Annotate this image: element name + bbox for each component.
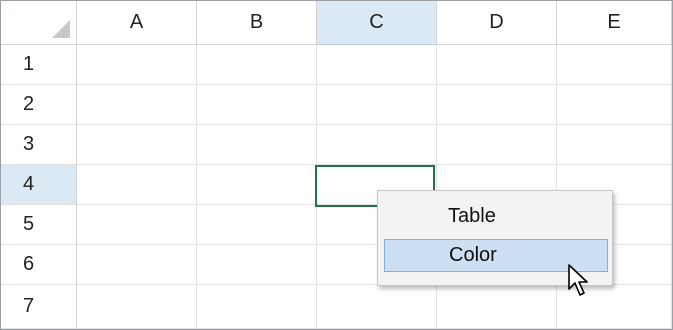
cell-b4[interactable] [197,165,317,205]
column-header-b[interactable]: B [197,1,317,45]
menu-item-table[interactable]: Table [384,200,608,233]
cell-c2[interactable] [317,85,437,125]
select-all-triangle-icon [52,20,70,38]
cell-e1[interactable] [557,45,672,85]
cell-d2[interactable] [437,85,557,125]
cell-c7[interactable] [317,285,437,329]
cell-b7[interactable] [197,285,317,329]
cell-a1[interactable] [77,45,197,85]
mouse-pointer-icon [568,264,588,296]
cell-d3[interactable] [437,125,557,165]
cell-c3[interactable] [317,125,437,165]
column-header-e[interactable]: E [557,1,672,45]
row-header-2[interactable]: 2 [1,85,77,125]
column-header-d[interactable]: D [437,1,557,45]
cell-b3[interactable] [197,125,317,165]
column-header-a[interactable]: A [77,1,197,45]
cell-e3[interactable] [557,125,672,165]
cell-d1[interactable] [437,45,557,85]
row-header-6[interactable]: 6 [1,245,77,285]
spreadsheet-frame: A B C D E 1 2 3 4 5 6 7 Table Color [0,0,673,330]
cell-a2[interactable] [77,85,197,125]
cell-b5[interactable] [197,205,317,245]
row-header-1[interactable]: 1 [1,45,77,85]
cell-a7[interactable] [77,285,197,329]
cell-e2[interactable] [557,85,672,125]
row-header-5[interactable]: 5 [1,205,77,245]
cell-b6[interactable] [197,245,317,285]
select-all-corner[interactable] [1,1,77,45]
cell-c1[interactable] [317,45,437,85]
column-header-c[interactable]: C [317,1,437,45]
cell-a6[interactable] [77,245,197,285]
row-header-3[interactable]: 3 [1,125,77,165]
row-header-4[interactable]: 4 [1,165,77,205]
cell-a5[interactable] [77,205,197,245]
cell-d7[interactable] [437,285,557,329]
cell-b2[interactable] [197,85,317,125]
row-header-7[interactable]: 7 [1,285,77,329]
cell-b1[interactable] [197,45,317,85]
cell-a3[interactable] [77,125,197,165]
cell-a4[interactable] [77,165,197,205]
